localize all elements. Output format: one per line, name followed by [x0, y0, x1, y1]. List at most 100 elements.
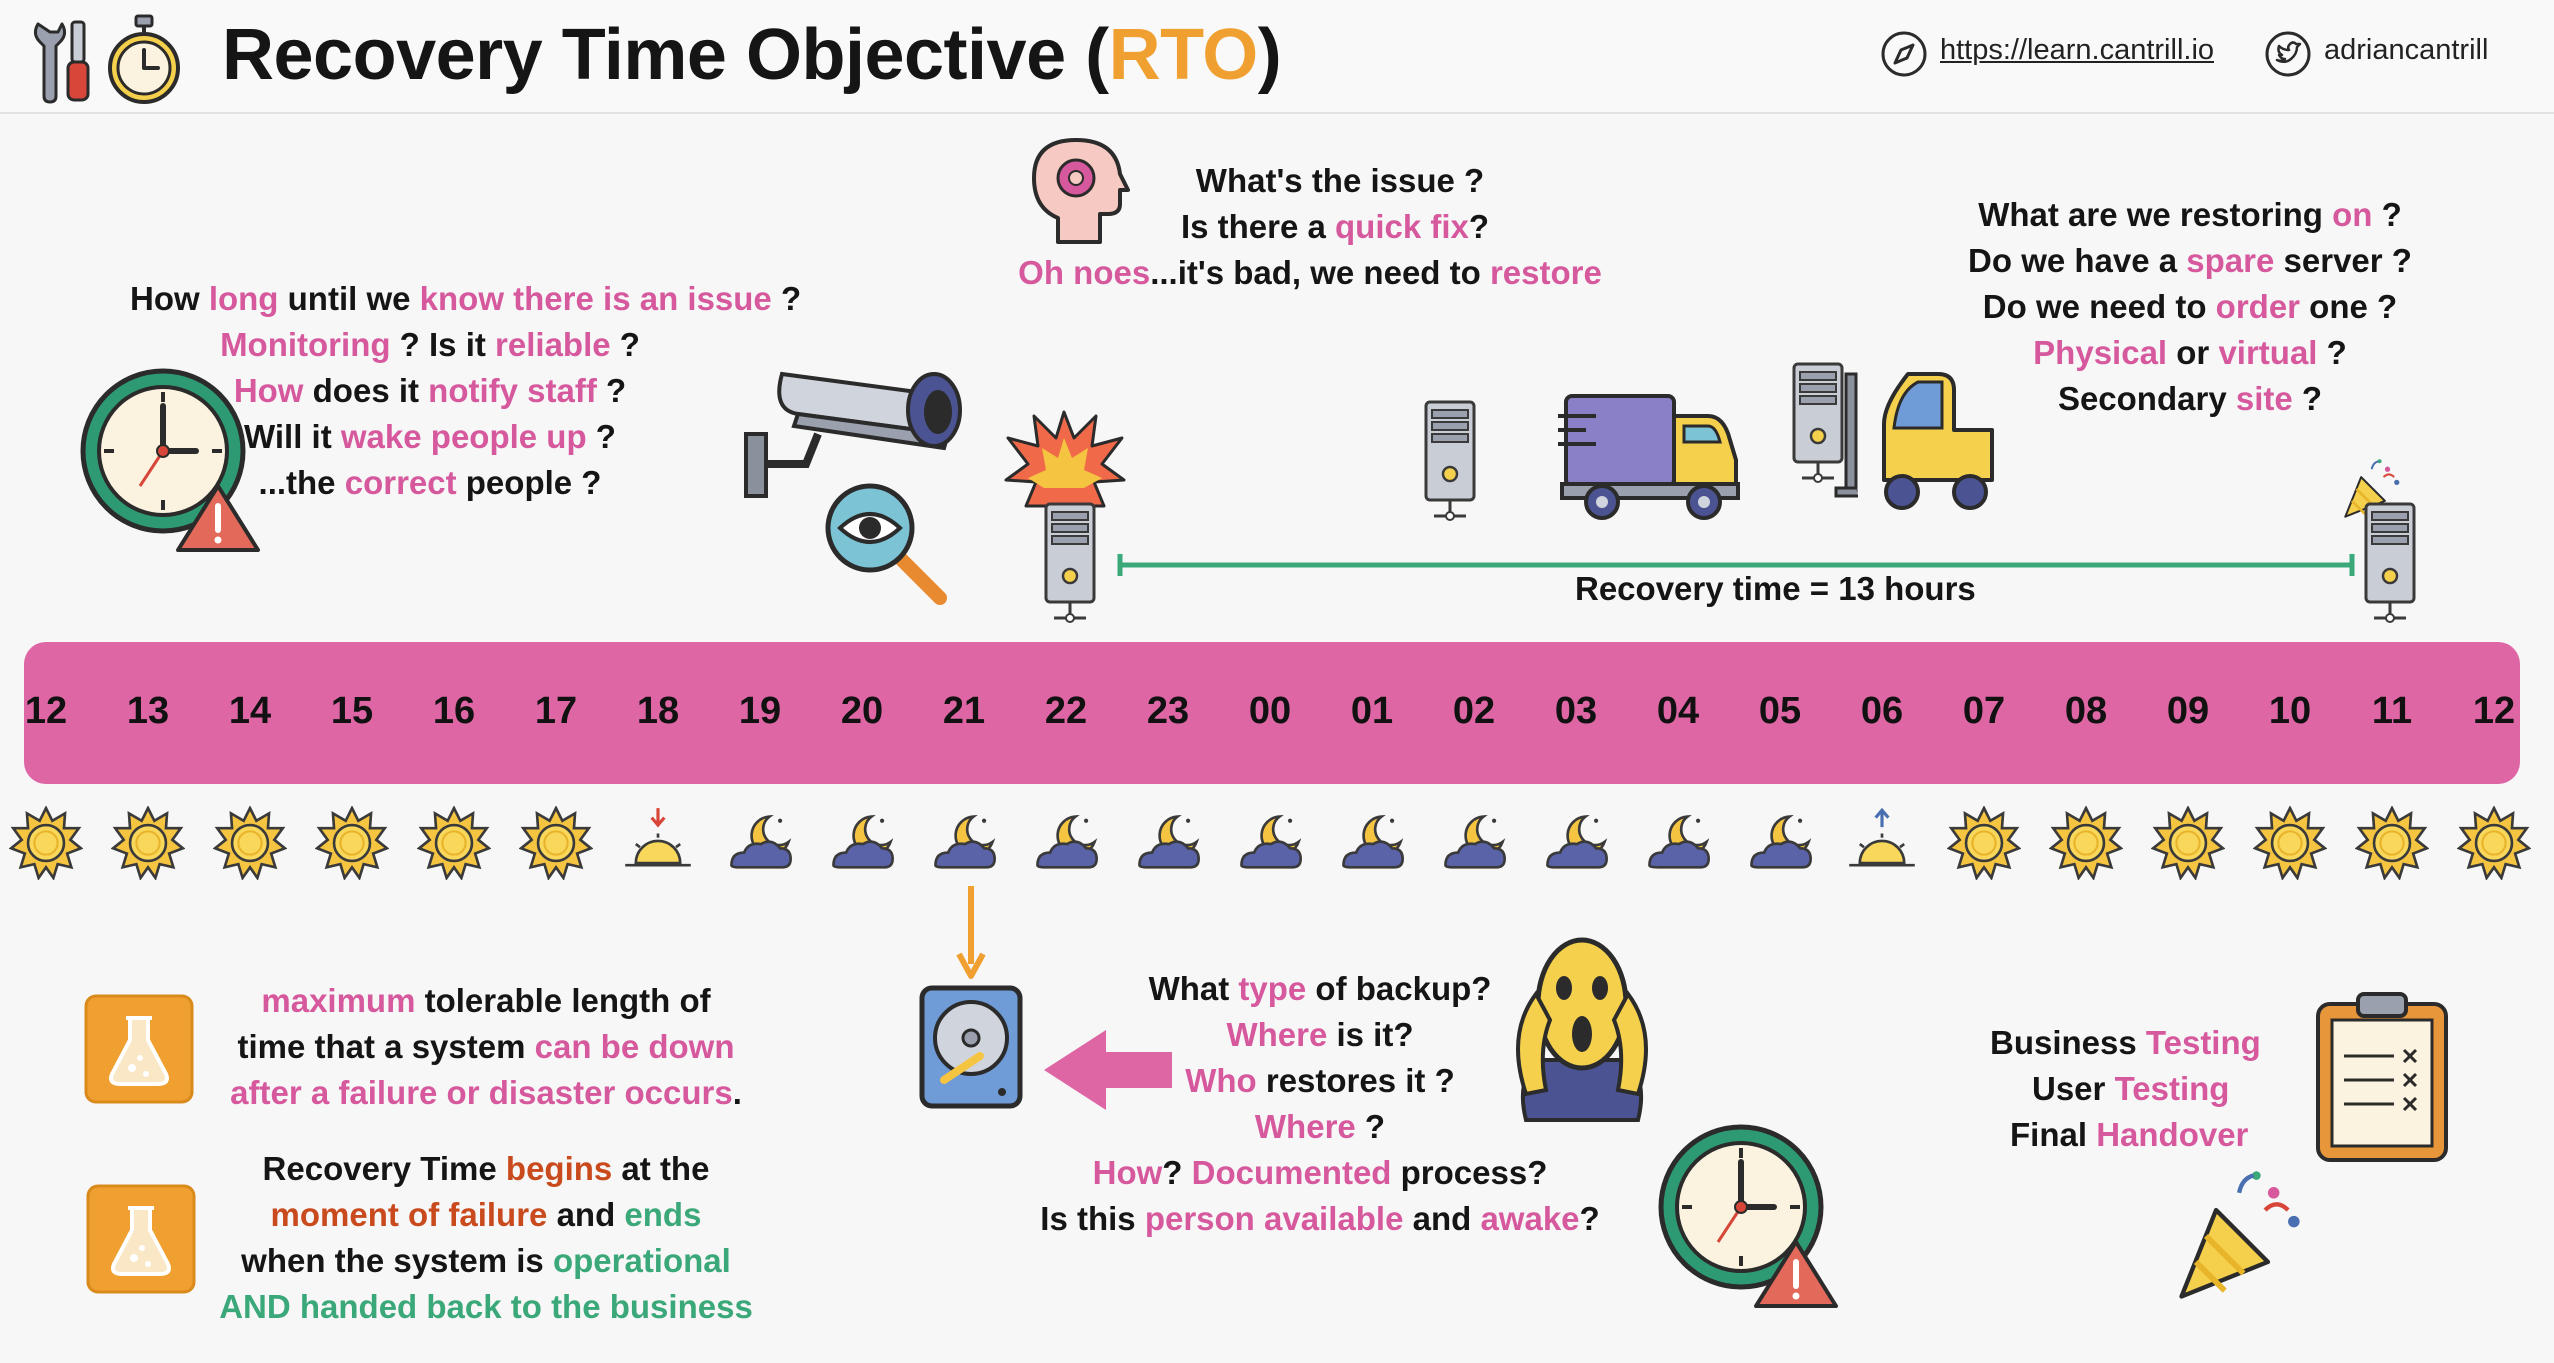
sun-icon	[417, 806, 491, 880]
timeline-hour-label: 04	[1656, 690, 1700, 732]
timeline-hour-label: 14	[228, 690, 272, 732]
night-icon	[927, 806, 1001, 880]
night-icon	[723, 806, 797, 880]
night-icon	[1743, 806, 1817, 880]
timeline-hour-label: 10	[2268, 690, 2312, 732]
flask-icon	[84, 994, 194, 1104]
delivery-truck-icon	[1558, 394, 1740, 520]
party-popper-icon	[2170, 1164, 2314, 1308]
magnifier-eye-icon	[825, 483, 947, 605]
detection-questions: How long until we know there is an issue…	[130, 276, 802, 506]
timeline-hour-label: 22	[1044, 690, 1088, 732]
begins-line-4: AND handed back to the business	[219, 1288, 753, 1325]
night-icon	[1233, 806, 1307, 880]
definition-line-2: time that a system can be down	[237, 1028, 735, 1065]
compass-icon	[1881, 31, 1927, 77]
twitter-handle[interactable]: adriancantrill	[2324, 34, 2488, 67]
timeline-hour-label: 21	[942, 690, 986, 732]
timeline-hour-label: 12	[24, 690, 68, 732]
restore-line-2: Do we have a spare server ?	[1968, 242, 2412, 279]
tools-icon	[33, 20, 90, 104]
timeline-hour-label: 19	[738, 690, 782, 732]
sun-icon	[2151, 806, 2225, 880]
timeline-hour-label: 05	[1758, 690, 1802, 732]
restore-line-1: What are we restoring on ?	[1978, 196, 2402, 233]
restored-server-icon	[2360, 500, 2420, 630]
timeline-hour-label: 17	[534, 690, 578, 732]
timeline-hour-label: 09	[2166, 690, 2210, 732]
arrow-down-icon	[956, 886, 986, 979]
sun-icon	[111, 806, 185, 880]
night-icon	[1539, 806, 1613, 880]
definition-text: maximum tolerable length of time that a …	[196, 978, 776, 1116]
sun-icon	[519, 806, 593, 880]
failed-server-icon	[1040, 500, 1100, 630]
timeline-hour-label: 03	[1554, 690, 1598, 732]
begins-line-3: when the system is operational	[241, 1242, 731, 1279]
testing-line-3: Final Handover	[2010, 1116, 2249, 1153]
restore-questions: What are we restoring on ? Do we have a …	[1900, 192, 2480, 422]
restore-line-4: Physical or virtual ?	[2033, 334, 2347, 371]
spare-server-icon	[1420, 398, 1480, 528]
night-icon	[825, 806, 899, 880]
testing-line-2: User Testing	[2032, 1070, 2230, 1107]
timeline-hour-label: 23	[1146, 690, 1190, 732]
recovery-begins-text: Recovery Time begins at the moment of fa…	[196, 1146, 776, 1330]
testing-steps: Business Testing User Testing Final Hand…	[1990, 1020, 2290, 1158]
night-icon	[1437, 806, 1511, 880]
timeline-hour-label: 18	[636, 690, 680, 732]
sun-icon	[1947, 806, 2021, 880]
recovery-time-label: Recovery time = 13 hours	[1575, 570, 1976, 607]
timeline-hour-label: 15	[330, 690, 374, 732]
rto-slide: Recovery Time Objective (RTO) https://le…	[0, 0, 2554, 1363]
sunset-icon	[621, 806, 695, 880]
detection-line-4: Will it wake people up ?	[244, 418, 616, 455]
backup-line-6: Is this person available and awake?	[1040, 1200, 1600, 1237]
clock-warning-icon-2	[1656, 1122, 1846, 1312]
timeline-hour-label: 00	[1248, 690, 1292, 732]
definition-line-1: maximum tolerable length of	[261, 982, 711, 1019]
night-icon	[1641, 806, 1715, 880]
testing-line-1: Business Testing	[1990, 1024, 2261, 1061]
detection-line-2: Monitoring ? Is it reliable ?	[220, 326, 640, 363]
detection-line-1: How long until we know there is an issue…	[130, 280, 802, 317]
website-link[interactable]: https://learn.cantrill.io	[1940, 34, 2214, 67]
sunrise-icon	[1845, 806, 1919, 880]
flask-icon-2	[86, 1184, 196, 1294]
backup-line-5: How? Documented process?	[1092, 1154, 1548, 1191]
timeline-hour-label: 13	[126, 690, 170, 732]
restore-line-5: Secondary site ?	[2057, 380, 2323, 417]
definition-line-3: after a failure or disaster occurs.	[230, 1074, 742, 1111]
header-bar: Recovery Time Objective (RTO) https://le…	[0, 0, 2554, 114]
sun-icon	[2457, 806, 2531, 880]
explosion-icon	[1004, 410, 1126, 508]
timeline-hour-label: 01	[1350, 690, 1394, 732]
night-icon	[1131, 806, 1205, 880]
issue-line-2: Is there a quick fix?	[1180, 208, 1490, 245]
stopwatch-icon	[108, 14, 180, 104]
night-icon	[1335, 806, 1409, 880]
detection-line-3: How does it notify staff ?	[233, 372, 627, 409]
restore-line-3: Do we need to order one ?	[1982, 288, 2398, 325]
scream-face-icon	[1516, 937, 1648, 1122]
timeline-hour-label: 07	[1962, 690, 2006, 732]
sun-icon	[315, 806, 389, 880]
begins-line-1: Recovery Time begins at the	[262, 1150, 710, 1187]
timeline-hour-label: 02	[1452, 690, 1496, 732]
page-title: Recovery Time Objective (RTO)	[222, 15, 1282, 95]
timeline-hour-label: 12	[2472, 690, 2516, 732]
timeline-hour-label: 20	[840, 690, 884, 732]
timeline-hour-label: 16	[432, 690, 476, 732]
twitter-icon	[2265, 31, 2311, 77]
sun-icon	[9, 806, 83, 880]
timeline-hour-label: 06	[1860, 690, 1904, 732]
timeline-hour-label: 11	[2371, 690, 2413, 732]
sun-icon	[213, 806, 287, 880]
detection-line-5: ...the correct people ?	[258, 464, 602, 501]
issue-line-1: What's the issue ?	[1195, 162, 1485, 199]
security-camera-icon	[744, 371, 962, 498]
sun-icon	[2049, 806, 2123, 880]
begins-line-2: moment of failure and ends	[270, 1196, 702, 1233]
night-icon	[1029, 806, 1103, 880]
issue-questions: What's the issue ? Is there a quick fix?…	[960, 158, 1660, 296]
